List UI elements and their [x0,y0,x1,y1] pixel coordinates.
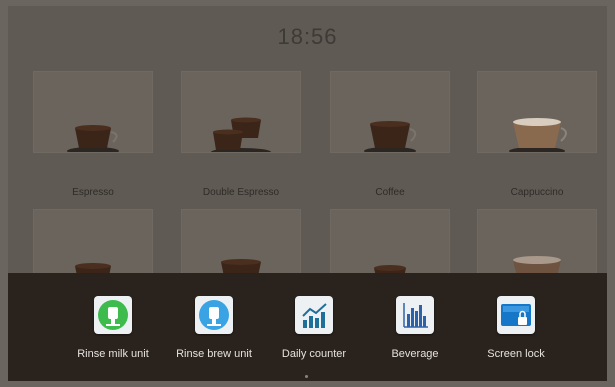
beverage-label-coffee: Coffee [375,187,405,198]
clock: 18:56 [277,24,338,49]
daily-counter-label: Daily counter [281,348,347,360]
rinse-milk-unit-label: Rinse milk unit [77,348,149,360]
espresso-cup-icon [67,125,119,152]
double-espresso-cup-icon [211,117,271,152]
rinse-milk-unit-button[interactable]: Rinse milk unit [65,296,161,360]
daily-counter-icon [295,296,333,334]
rinse-brew-unit-button[interactable]: Rinse brew unit [166,296,262,360]
coffee-cup-icon [364,121,417,152]
rinse-brew-icon [195,296,233,334]
beverage-label: Beverage [391,348,439,360]
beverage-label-espresso: Espresso [72,187,114,198]
beverage-chart-icon [396,296,434,334]
beverage-button[interactable]: Beverage [367,296,463,360]
beverage-tile-coffee[interactable] [330,71,450,153]
beverage-tile-espresso[interactable] [33,71,153,153]
maintenance-toolbar: Rinse milk unit Rinse brew unit Daily co… [8,273,607,381]
screen-lock-icon [497,296,535,334]
page-indicator-dot [305,375,308,378]
beverage-tile-double-espresso[interactable] [181,71,301,153]
app-frame: 18:56 Espresso Double Espresso Coffee Ca… [0,0,615,387]
rinse-brew-unit-label: Rinse brew unit [176,348,252,360]
screen-lock-button[interactable]: Screen lock [468,296,564,360]
beverage-label-double-espresso: Double Espresso [202,187,280,198]
beverage-label-cappuccino: Cappuccino [510,187,564,198]
cappuccino-cup-icon [509,118,567,152]
beverage-tile-cappuccino[interactable] [477,71,597,153]
rinse-milk-icon [94,296,132,334]
screen-lock-label: Screen lock [487,348,545,360]
daily-counter-button[interactable]: Daily counter [266,296,362,360]
